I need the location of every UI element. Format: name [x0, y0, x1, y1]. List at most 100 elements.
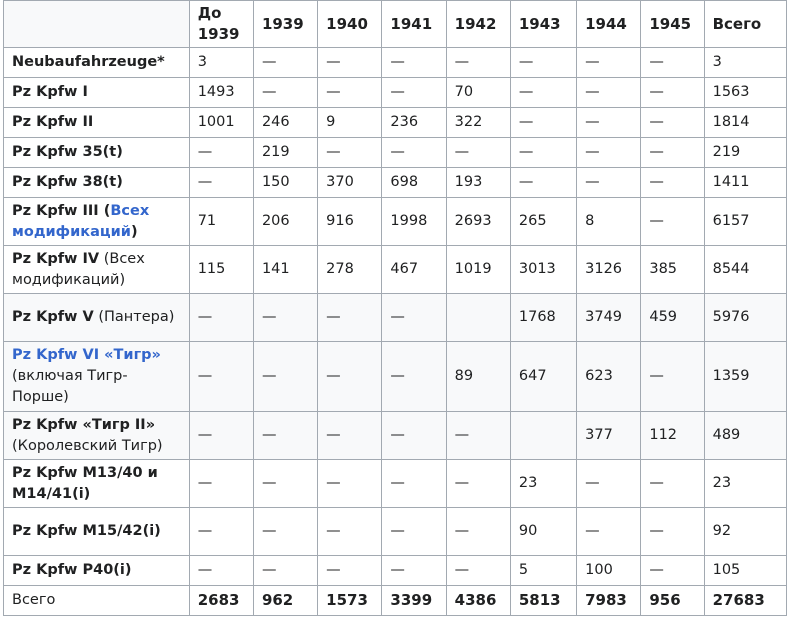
row-header: Pz Kpfw I	[3, 77, 190, 108]
cell: —	[509, 137, 578, 168]
cell: 459	[640, 293, 705, 342]
cell: —	[188, 293, 254, 342]
cell: —	[445, 411, 511, 460]
header-year: 1942	[445, 0, 511, 48]
total-cell: 3399	[381, 585, 447, 616]
row-title: Pz Kpfw P40(i)	[12, 562, 132, 578]
row-title: Pz Kpfw 35(t)	[12, 144, 123, 160]
cell: 385	[640, 245, 705, 294]
cell	[445, 293, 511, 342]
row-title: Pz Kpfw M15/42(i)	[12, 523, 161, 539]
total-cell: 1573	[317, 585, 383, 616]
cell: 219	[252, 137, 319, 168]
row-header: Pz Kpfw M15/42(i)	[3, 507, 190, 556]
tiger-link[interactable]: Pz Kpfw VI «Тигр»	[12, 347, 161, 363]
cell: —	[381, 507, 447, 556]
row-title: Pz Kpfw M13/40 и M14/41(i)	[12, 464, 158, 502]
table-row: Pz Kpfw M13/40 и M14/41(i) — — — — — 23 …	[3, 459, 788, 508]
table-row: Pz Kpfw «Тигр II» (Королевский Тигр) — —…	[3, 411, 788, 460]
cell: 5	[509, 555, 578, 586]
row-header: Pz Kpfw II	[3, 107, 190, 138]
cell: —	[381, 411, 447, 460]
table-row: Pz Kpfw IV (Всех модификаций) 115 141 27…	[3, 245, 788, 294]
cell: —	[317, 555, 383, 586]
cell: —	[576, 107, 642, 138]
cell: 647	[509, 341, 578, 412]
cell: —	[252, 77, 319, 108]
row-title: Pz Kpfw I	[12, 84, 88, 100]
cell: 9	[317, 107, 383, 138]
cell: —	[317, 411, 383, 460]
row-header: Pz Kpfw «Тигр II» (Королевский Тигр)	[3, 411, 190, 460]
row-header: Pz Kpfw 38(t)	[3, 167, 190, 198]
cell: —	[317, 293, 383, 342]
cell: 115	[188, 245, 254, 294]
cell: —	[188, 167, 254, 198]
table-row: Pz Kpfw II 1001 246 9 236 322 — — — 1814	[3, 107, 788, 138]
cell	[509, 411, 578, 460]
row-header: Pz Kpfw VI «Тигр» (включая Тигр-Порше)	[3, 341, 190, 412]
cell: —	[445, 459, 511, 508]
cell: 70	[445, 77, 511, 108]
cell: —	[381, 47, 447, 78]
cell: 150	[252, 167, 319, 198]
cell: —	[252, 47, 319, 78]
row-header: Pz Kpfw P40(i)	[3, 555, 190, 586]
cell: —	[640, 137, 705, 168]
cell: —	[252, 293, 319, 342]
cell: —	[445, 555, 511, 586]
total-cell: 962	[252, 585, 319, 616]
row-header: Pz Kpfw M13/40 и M14/41(i)	[3, 459, 190, 508]
cell: —	[381, 459, 447, 508]
cell: 1998	[381, 197, 447, 246]
row-title: Neubaufahrzeuge*	[12, 54, 165, 70]
cell: —	[188, 507, 254, 556]
cell: 1768	[509, 293, 578, 342]
cell: —	[509, 77, 578, 108]
header-year: 1939	[252, 0, 319, 48]
header-year: До 1939	[188, 0, 254, 48]
cell: —	[317, 77, 383, 108]
cell: 193	[445, 167, 511, 198]
cell: —	[640, 197, 705, 246]
cell: —	[640, 341, 705, 412]
cell: 246	[252, 107, 319, 138]
cell: 206	[252, 197, 319, 246]
cell: 1001	[188, 107, 254, 138]
cell: 71	[188, 197, 254, 246]
row-subtitle: (Королевский Тигр)	[12, 437, 163, 454]
header-year: 1944	[576, 0, 642, 48]
cell: —	[188, 555, 254, 586]
cell: —	[317, 507, 383, 556]
cell: 3	[188, 47, 254, 78]
cell: —	[381, 555, 447, 586]
cell: —	[445, 137, 511, 168]
cell: 916	[317, 197, 383, 246]
table-row: Pz Kpfw VI «Тигр» (включая Тигр-Порше) —…	[3, 341, 788, 412]
table-row: Pz Kpfw I 1493 — — — 70 — — — 1563	[3, 77, 788, 108]
cell-total: 92	[703, 507, 788, 556]
cell: —	[445, 47, 511, 78]
cell: 623	[576, 341, 642, 412]
header-row: До 1939 1939 1940 1941 1942 1943 1944 19…	[3, 0, 788, 48]
cell: —	[188, 459, 254, 508]
cell: —	[640, 507, 705, 556]
cell: 265	[509, 197, 578, 246]
cell: —	[576, 77, 642, 108]
cell: 698	[381, 167, 447, 198]
cell: —	[576, 137, 642, 168]
cell: —	[317, 137, 383, 168]
cell: —	[252, 411, 319, 460]
cell: 100	[576, 555, 642, 586]
cell-total: 1411	[703, 167, 788, 198]
cell: 278	[317, 245, 383, 294]
cell: 467	[381, 245, 447, 294]
cell: 1019	[445, 245, 511, 294]
cell: 322	[445, 107, 511, 138]
header-year: 1943	[509, 0, 578, 48]
header-year: 1941	[381, 0, 447, 48]
cell: —	[381, 77, 447, 108]
total-cell: 956	[640, 585, 705, 616]
cell: 112	[640, 411, 705, 460]
cell: 141	[252, 245, 319, 294]
